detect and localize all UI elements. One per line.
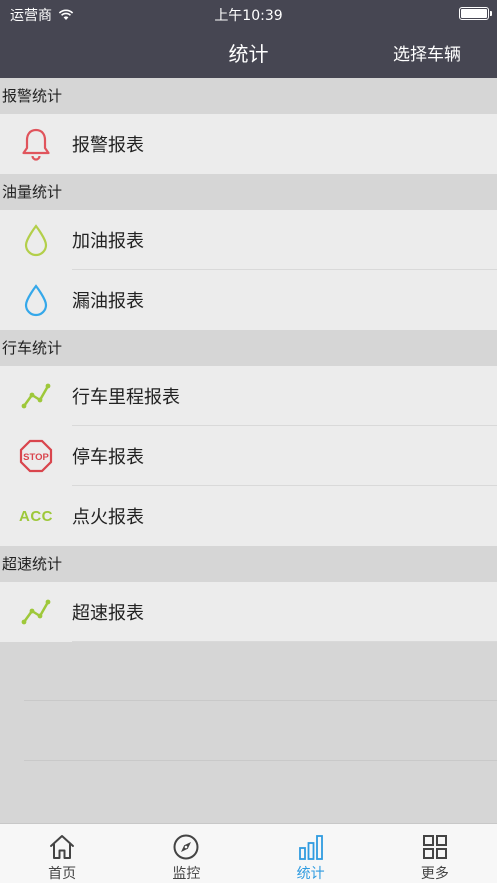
drop-icon [24, 284, 48, 317]
list-item-label: 报警报表 [72, 135, 144, 156]
section-header-driving: 行车统计 [0, 330, 497, 366]
report-list: 报警统计 报警报表 油量统计 加油报表 漏油报表 行车统计 行车里程报表 STO… [0, 78, 497, 642]
trend-line-icon [21, 599, 51, 625]
list-item-label: 加油报表 [72, 231, 144, 252]
tab-bar: 首页 监控 统计 更多 [0, 823, 497, 883]
status-time: 上午10:39 [214, 8, 283, 24]
drop-outline-icon [24, 224, 48, 257]
list-item-speeding-report[interactable]: 超速报表 [0, 582, 497, 642]
compass-icon [173, 834, 199, 860]
tab-home[interactable]: 首页 [0, 824, 124, 883]
list-item-label: 超速报表 [72, 603, 144, 624]
list-item-label: 停车报表 [72, 447, 144, 468]
empty-row-divider [24, 760, 497, 761]
battery-icon [459, 7, 492, 20]
stop-sign-icon: STOP [19, 439, 53, 473]
tab-monitor[interactable]: 监控 [124, 824, 248, 883]
section-header-speeding: 超速统计 [0, 546, 497, 582]
tab-label: 统计 [296, 866, 325, 882]
empty-row-divider [24, 700, 497, 701]
list-item-label: 行车里程报表 [72, 387, 180, 408]
status-bar: 运营商 上午10:39 [0, 0, 497, 26]
tab-more[interactable]: 更多 [373, 824, 497, 883]
list-item-ignition-report[interactable]: ACC 点火报表 [0, 486, 497, 546]
acc-icon: ACC [19, 507, 53, 525]
tab-label: 首页 [48, 866, 77, 882]
home-icon [50, 835, 75, 859]
list-item-label: 点火报表 [72, 507, 144, 528]
list-item-oil-leak-report[interactable]: 漏油报表 [0, 270, 497, 330]
nav-bar: 统计 选择车辆 [0, 26, 497, 78]
list-item-mileage-report[interactable]: 行车里程报表 [0, 366, 497, 426]
tab-statistics[interactable]: 统计 [249, 824, 373, 883]
tab-label: 监控 [172, 866, 201, 882]
stop-sign-text: STOP [23, 452, 49, 463]
list-item-refuel-report[interactable]: 加油报表 [0, 210, 497, 270]
section-header-oil: 油量统计 [0, 174, 497, 210]
trend-line-icon [21, 383, 51, 409]
section-header-alarm: 报警统计 [0, 78, 497, 114]
list-item-parking-report[interactable]: STOP 停车报表 [0, 426, 497, 486]
select-vehicle-button[interactable]: 选择车辆 [393, 40, 461, 65]
bar-chart-icon [298, 835, 323, 860]
grid-icon [422, 835, 447, 859]
tab-label: 更多 [420, 866, 449, 882]
list-item-alarm-report[interactable]: 报警报表 [0, 114, 497, 174]
bell-icon [22, 128, 50, 161]
list-item-label: 漏油报表 [72, 291, 144, 312]
